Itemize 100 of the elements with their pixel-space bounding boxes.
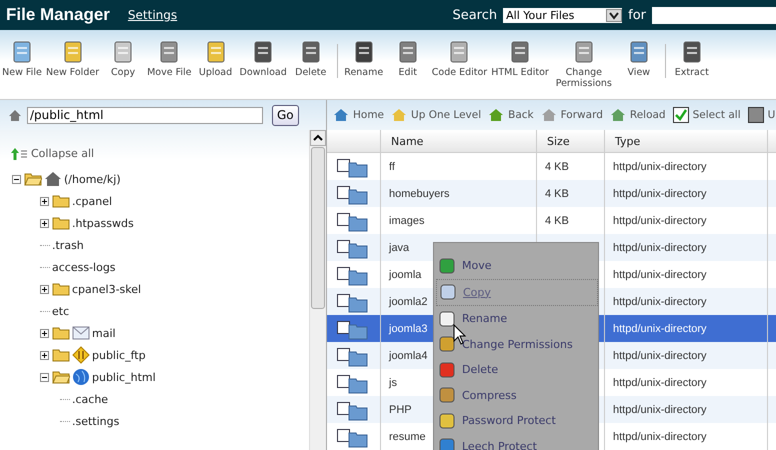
house-icon <box>8 108 22 122</box>
row-checkbox[interactable] <box>337 402 350 414</box>
collapse-all-link[interactable]: Collapse all <box>11 147 94 160</box>
toolbar-button[interactable]: Download <box>238 40 289 78</box>
size-cell: 4 KB <box>536 180 604 207</box>
toolbar-button[interactable]: Move File <box>145 40 194 78</box>
toolbar-button[interactable]: Edit <box>386 40 430 78</box>
folder-icon <box>52 348 70 362</box>
row-checkbox[interactable] <box>337 158 350 172</box>
folder-icon <box>348 404 368 420</box>
tree-item[interactable]: .cpanel <box>72 194 112 208</box>
for-label: for <box>628 8 646 22</box>
row-checkbox[interactable] <box>337 240 350 252</box>
tree-item[interactable]: etc <box>52 304 70 318</box>
tree-item[interactable]: (/home/kj) <box>64 172 121 186</box>
tree-item[interactable]: public_html <box>92 370 156 384</box>
tree-item[interactable]: mail <box>92 326 116 340</box>
search-scope-dropdown[interactable]: All Your Files <box>503 8 622 22</box>
collapse-toggle-icon[interactable] <box>12 174 21 184</box>
go-button[interactable]: Go <box>272 104 299 126</box>
open-folder-icon <box>24 172 42 186</box>
folder-icon <box>52 194 70 208</box>
toolbar-button[interactable]: HTML Editor <box>489 40 551 78</box>
tree-item[interactable]: access-logs <box>52 260 116 274</box>
column-header[interactable]: Type <box>604 130 768 152</box>
type-cell: httpd/unix-directory <box>604 396 768 423</box>
type-cell: httpd/unix-directory <box>604 315 768 342</box>
folder-icon <box>348 242 368 258</box>
toolbar-button[interactable]: Upload <box>194 40 238 78</box>
search-label: Search <box>452 8 498 22</box>
folder-icon <box>348 350 368 366</box>
type-cell: httpd/unix-directory <box>604 288 768 315</box>
nav-button[interactable]: Select all <box>672 107 741 123</box>
folder-icon <box>348 216 368 232</box>
row-checkbox[interactable] <box>337 266 350 280</box>
tree-item[interactable]: cpanel3-skel <box>72 282 142 296</box>
toolbar-button[interactable]: Extract <box>670 40 714 78</box>
tree-item[interactable]: .settings <box>72 414 120 428</box>
scrollbar[interactable] <box>309 130 326 450</box>
toolbar-button[interactable]: View <box>616 40 661 78</box>
row-checkbox[interactable] <box>337 212 350 226</box>
path-field[interactable]: /public_html <box>27 106 263 124</box>
nav-button[interactable]: Back <box>488 108 534 122</box>
dropdown-caret-icon <box>606 8 622 22</box>
folder-icon <box>348 296 368 312</box>
row-checkbox[interactable] <box>337 294 350 306</box>
toolbar-button[interactable]: New File <box>0 40 44 78</box>
tree-item[interactable]: .htpasswds <box>72 216 134 230</box>
open-folder-icon <box>52 370 70 384</box>
row-checkbox[interactable] <box>337 374 350 388</box>
row-checkbox[interactable] <box>337 348 350 360</box>
folder-icon <box>348 270 368 286</box>
type-cell: httpd/unix-directory <box>604 342 768 369</box>
file-name-cell: homebuyers <box>380 180 536 207</box>
folder-icon <box>52 282 70 296</box>
column-header[interactable]: Name <box>380 130 536 152</box>
folder-icon <box>52 326 70 340</box>
ftp-sign-icon <box>72 346 90 364</box>
expand-toggle-icon[interactable] <box>40 218 49 228</box>
nav-button[interactable]: Reload <box>610 108 666 122</box>
settings-link[interactable]: Settings <box>128 8 178 22</box>
nav-button[interactable]: Home <box>333 108 384 122</box>
column-header[interactable]: Size <box>536 130 604 152</box>
search-field[interactable] <box>652 6 776 24</box>
folder-icon <box>348 432 368 448</box>
expand-toggle-icon[interactable] <box>40 196 49 206</box>
collapse-toggle-icon[interactable] <box>40 372 49 382</box>
folder-icon <box>348 324 368 340</box>
expand-toggle-icon[interactable] <box>40 284 49 294</box>
row-checkbox[interactable] <box>337 320 350 334</box>
globe-icon <box>72 368 90 386</box>
toolbar-button[interactable]: New Folder <box>44 40 102 78</box>
row-checkbox[interactable] <box>337 428 350 442</box>
toolbar-button[interactable]: Copy <box>101 40 146 78</box>
toolbar-button[interactable]: Change Permissions <box>550 40 617 89</box>
collapse-arrow-icon <box>11 148 27 160</box>
tree-item[interactable]: public_ftp <box>92 348 146 362</box>
scroll-up-icon[interactable] <box>310 130 326 146</box>
type-cell: httpd/unix-directory <box>604 423 768 450</box>
nav-button[interactable]: Forward <box>540 108 603 122</box>
tree-item[interactable]: .cache <box>72 392 108 406</box>
folder-icon <box>348 378 368 394</box>
expand-toggle-icon[interactable] <box>40 350 49 360</box>
type-cell: httpd/unix-directory <box>604 180 768 207</box>
expand-toggle-icon[interactable] <box>40 328 49 338</box>
toolbar-button[interactable]: Code Editor <box>430 40 490 78</box>
house-icon <box>44 170 62 188</box>
nav-button[interactable]: U <box>748 107 776 123</box>
nav-button[interactable]: Up One Level <box>391 108 482 122</box>
type-cell: httpd/unix-directory <box>604 234 768 261</box>
envelope-icon <box>72 324 90 342</box>
toolbar-button[interactable]: Delete <box>288 40 333 78</box>
folder-icon <box>52 216 70 230</box>
folder-icon <box>348 162 368 178</box>
tree-item[interactable]: .trash <box>52 238 84 252</box>
folder-icon <box>348 188 368 204</box>
house-icon <box>333 108 349 122</box>
row-checkbox[interactable] <box>337 186 350 198</box>
app-title: File Manager <box>6 5 110 25</box>
toolbar-button[interactable]: Rename <box>342 40 386 78</box>
